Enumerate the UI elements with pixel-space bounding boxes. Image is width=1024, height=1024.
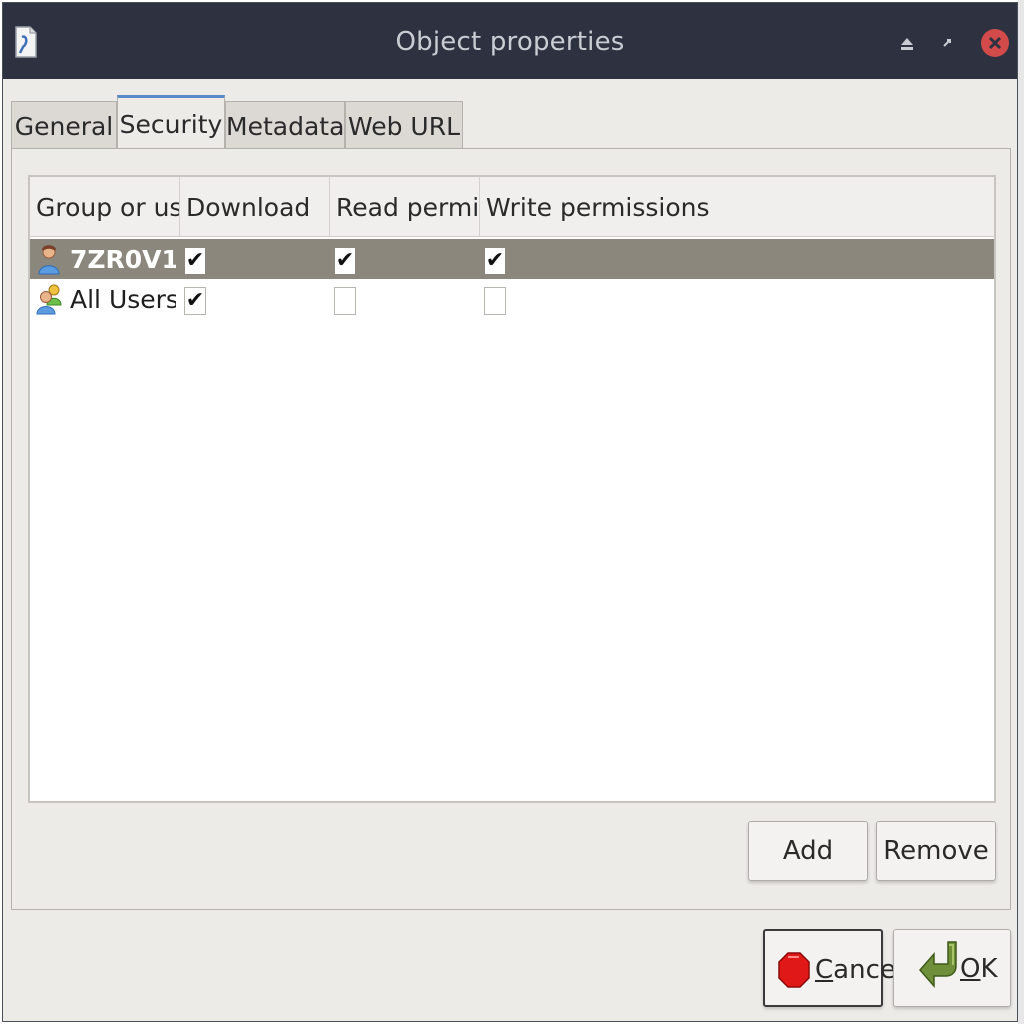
user-icon bbox=[38, 245, 60, 275]
close-button[interactable] bbox=[981, 29, 1009, 57]
column-header-read-permissions[interactable]: Read permissio bbox=[330, 177, 480, 237]
green-return-arrow-icon bbox=[919, 941, 957, 988]
background-window-edge bbox=[1018, 0, 1024, 1024]
read-permission-checkbox[interactable]: ✔ bbox=[334, 247, 356, 275]
table-row[interactable]: 7ZR0V1 ... ✔ ✔ ✔ bbox=[30, 239, 994, 279]
title-bar[interactable]: Object properties bbox=[3, 3, 1017, 79]
write-permission-checkbox[interactable] bbox=[484, 287, 506, 315]
window-title: Object properties bbox=[395, 27, 625, 57]
row-name-label: All Users bbox=[70, 285, 176, 314]
cancel-button[interactable]: Cancel bbox=[763, 929, 903, 1007]
read-permission-checkbox[interactable] bbox=[334, 287, 356, 315]
row-name-label: 7ZR0V1 ... bbox=[70, 245, 176, 274]
cancel-mnemonic: C bbox=[815, 955, 834, 985]
permissions-list[interactable]: Group or user r Download Read permissio … bbox=[28, 175, 996, 803]
security-panel: Group or user r Download Read permissio … bbox=[11, 148, 1011, 910]
tab-general[interactable]: General bbox=[11, 101, 117, 149]
close-icon bbox=[988, 36, 1002, 50]
tab-metadata[interactable]: Metadata bbox=[225, 101, 345, 149]
restore-icon[interactable] bbox=[935, 31, 959, 55]
download-checkbox[interactable]: ✔ bbox=[184, 287, 206, 315]
ok-label: OK bbox=[960, 954, 998, 984]
row-name-cell: All Users bbox=[36, 279, 176, 319]
ok-mnemonic: O bbox=[960, 954, 981, 984]
column-header-group-or-user[interactable]: Group or user r bbox=[30, 177, 180, 237]
table-row[interactable]: All Users ✔ bbox=[30, 279, 994, 319]
stop-icon bbox=[778, 952, 810, 988]
ok-label-rest: K bbox=[980, 954, 998, 984]
write-permission-checkbox[interactable]: ✔ bbox=[484, 247, 506, 275]
desktop-background: Object properties General Security Metad… bbox=[0, 0, 1024, 1024]
column-header-download[interactable]: Download bbox=[180, 177, 330, 237]
add-button[interactable]: Add bbox=[748, 821, 868, 881]
column-header-write-permissions[interactable]: Write permissions bbox=[480, 177, 994, 237]
ok-button[interactable]: OK bbox=[893, 929, 1011, 1007]
users-group-icon bbox=[36, 284, 62, 315]
tab-security[interactable]: Security bbox=[117, 95, 225, 151]
cancel-label: Cancel bbox=[815, 955, 903, 985]
remove-button[interactable]: Remove bbox=[876, 821, 996, 881]
eject-icon[interactable] bbox=[895, 31, 919, 55]
object-properties-dialog: Object properties General Security Metad… bbox=[2, 2, 1018, 1022]
permissions-header: Group or user r Download Read permissio … bbox=[30, 177, 994, 237]
tab-web-url[interactable]: Web URL bbox=[345, 101, 463, 149]
row-name-cell: 7ZR0V1 ... bbox=[36, 239, 176, 279]
download-checkbox[interactable]: ✔ bbox=[184, 247, 206, 275]
